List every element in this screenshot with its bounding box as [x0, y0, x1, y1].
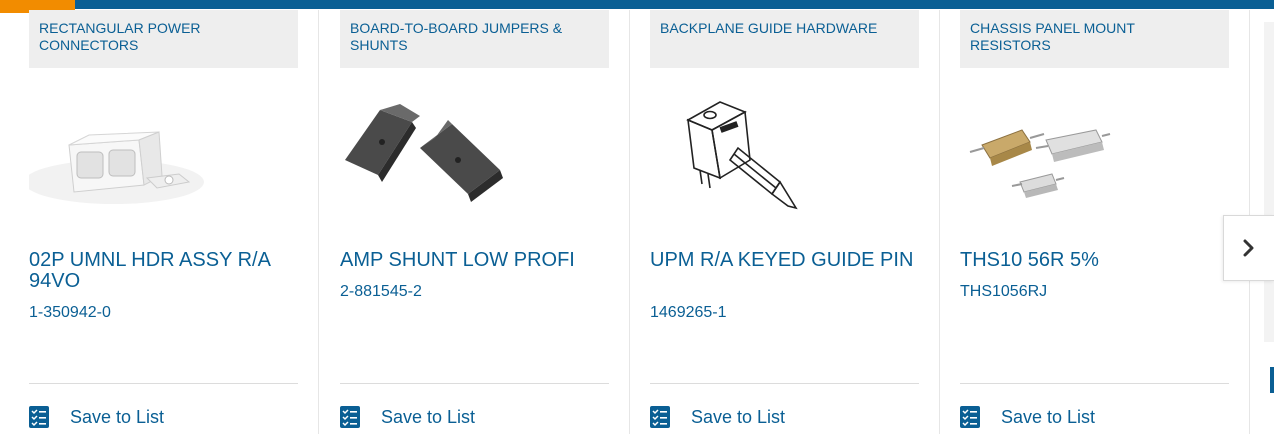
part-number-link[interactable]: 1469265-1 [650, 304, 727, 322]
save-to-list-label: Save to List [691, 406, 786, 427]
column-divider [629, 10, 630, 434]
product-image[interactable] [24, 90, 298, 230]
part-number-link[interactable]: THS1056RJ [960, 283, 1047, 301]
product-category[interactable]: RECTANGULAR POWER CONNECTORS [29, 10, 298, 68]
card-divider [29, 383, 298, 384]
product-name-link[interactable]: UPM R/A KEYED GUIDE PIN [650, 250, 919, 271]
checklist-icon [340, 406, 360, 428]
product-card: CHASSIS PANEL MOUNT RESISTORS THS10 56R … [960, 10, 1230, 434]
part-number-link[interactable]: 2-881545-2 [340, 283, 422, 301]
chevron-right-icon [1243, 239, 1254, 257]
product-image[interactable] [650, 90, 919, 230]
save-to-list-button[interactable]: Save to List [340, 404, 475, 430]
card-divider [340, 383, 609, 384]
product-category[interactable]: BACKPLANE GUIDE HARDWARE [650, 10, 919, 68]
part-number-link[interactable]: 1-350942-0 [29, 304, 111, 322]
save-to-list-button[interactable]: Save to List [650, 404, 785, 430]
card-divider [960, 383, 1229, 384]
product-category[interactable]: CHASSIS PANEL MOUNT RESISTORS [960, 10, 1229, 68]
save-to-list-button[interactable]: Save to List [960, 404, 1095, 430]
next-card-save-icon-peek [1270, 367, 1274, 393]
guide-pin-image [686, 101, 798, 210]
checklist-icon [29, 406, 49, 428]
product-name-link[interactable]: THS10 56R 5% [960, 250, 1229, 271]
product-card: BOARD-TO-BOARD JUMPERS & SHUNTS AMP SHUN… [340, 10, 610, 434]
product-image[interactable] [960, 90, 1229, 230]
product-name-link[interactable]: AMP SHUNT LOW PROFI [340, 250, 609, 271]
panel-mount-resistor-image [969, 129, 1111, 198]
save-to-list-button[interactable]: Save to List [29, 404, 164, 430]
card-divider [650, 383, 919, 384]
rectangular-power-connector-image [24, 131, 204, 204]
product-category[interactable]: BOARD-TO-BOARD JUMPERS & SHUNTS [340, 10, 609, 68]
save-to-list-label: Save to List [70, 406, 165, 427]
product-card: BACKPLANE GUIDE HARDWARE UPM R/A KEYED G… [650, 10, 920, 434]
product-name-link[interactable]: 02P UMNL HDR ASSY R/A 94VO [29, 250, 298, 292]
product-card: RECTANGULAR POWER CONNECTORS 02P UMNL HD… [24, 10, 299, 434]
next-card-peek [1264, 22, 1274, 342]
save-to-list-label: Save to List [1001, 406, 1096, 427]
checklist-icon [960, 406, 980, 428]
column-divider [318, 10, 319, 434]
carousel-next-button[interactable] [1223, 215, 1274, 281]
shunt-jumper-image [345, 104, 503, 202]
top-accent-bar [0, 0, 1274, 9]
checklist-icon [650, 406, 670, 428]
column-divider [939, 10, 940, 434]
product-image[interactable] [340, 90, 609, 230]
save-to-list-label: Save to List [381, 406, 476, 427]
